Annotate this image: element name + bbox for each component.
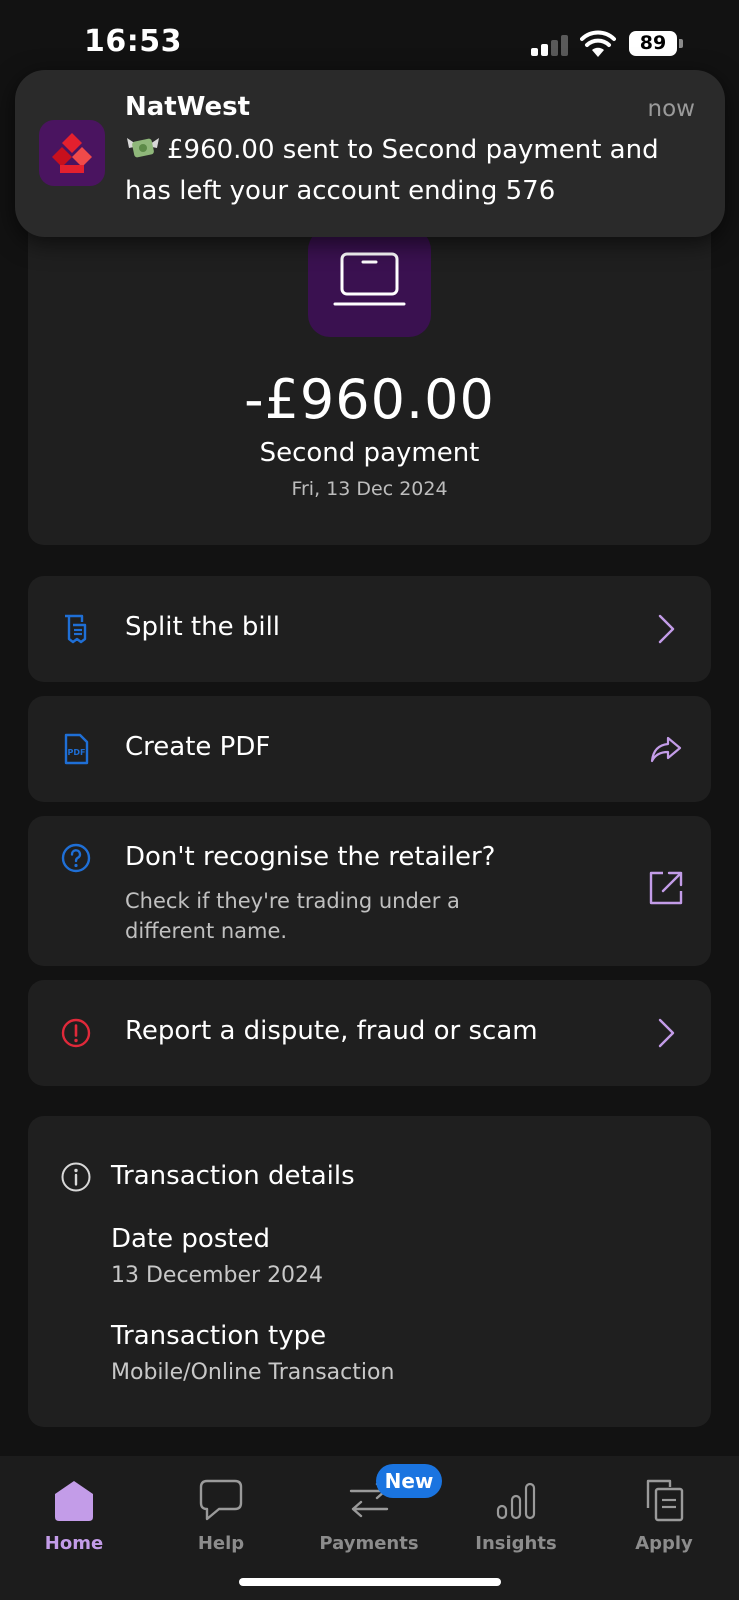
alert-circle-icon xyxy=(61,1018,91,1048)
battery-icon: 89 xyxy=(629,31,683,56)
transaction-date: Fri, 13 Dec 2024 xyxy=(291,478,448,500)
tab-home-label: Home xyxy=(44,1533,104,1554)
battery-level: 89 xyxy=(629,31,677,56)
split-bill-label: Split the bill xyxy=(125,612,281,642)
question-circle-icon xyxy=(61,843,91,873)
laptop-icon xyxy=(333,252,406,306)
tab-home[interactable]: Home xyxy=(14,1468,134,1558)
notification-app-name: NatWest xyxy=(125,92,251,122)
documents-icon xyxy=(646,1479,684,1522)
tab-help-label: Help xyxy=(197,1533,245,1554)
notification-body: £960.00 sent to Second payment and has l… xyxy=(125,130,705,212)
tab-insights-label: Insights xyxy=(475,1533,557,1554)
payee-name: Second payment xyxy=(259,438,480,468)
notification-time: now xyxy=(647,96,695,122)
unrecognised-retailer-subtext: Check if they're trading under a differe… xyxy=(125,889,460,943)
share-icon xyxy=(650,736,682,763)
tab-help[interactable]: Help xyxy=(161,1468,281,1558)
receipt-icon xyxy=(65,614,87,644)
unrecognised-retailer-label: Don't recognise the retailer? xyxy=(125,842,496,872)
tab-apply-label: Apply xyxy=(635,1533,693,1554)
svg-text:PDF: PDF xyxy=(68,748,86,757)
speech-bubble-icon xyxy=(199,1479,243,1521)
info-icon xyxy=(61,1162,91,1192)
push-notification[interactable]: NatWest now £960.00 sent to Second payme… xyxy=(15,70,725,237)
tab-insights[interactable]: Insights xyxy=(456,1468,576,1558)
notification-message: £960.00 sent to Second payment and has l… xyxy=(125,135,659,206)
unrecognised-retailer-row[interactable]: Don't recognise the retailer? Check if t… xyxy=(28,816,711,966)
create-pdf-row[interactable]: PDF Create PDF xyxy=(28,696,711,802)
split-bill-row[interactable]: Split the bill xyxy=(28,576,711,682)
pdf-file-icon: PDF xyxy=(64,733,89,765)
home-icon xyxy=(55,1481,93,1521)
cellular-signal-icon xyxy=(531,34,571,56)
transaction-amount: -£960.00 xyxy=(244,368,495,431)
chevron-right-icon xyxy=(658,614,675,644)
merchant-icon xyxy=(308,228,431,337)
transaction-details-card: Transaction details Date posted 13 Decem… xyxy=(28,1116,711,1427)
wifi-icon xyxy=(580,30,616,57)
money-with-wings-icon xyxy=(127,138,159,158)
home-indicator[interactable] xyxy=(239,1578,501,1586)
natwest-logo-icon xyxy=(39,120,105,186)
transaction-details-title: Transaction details xyxy=(111,1161,355,1191)
report-dispute-row[interactable]: Report a dispute, fraud or scam xyxy=(28,980,711,1086)
bar-chart-icon xyxy=(496,1482,536,1520)
date-posted-label: Date posted xyxy=(111,1224,271,1254)
transaction-type-label: Transaction type xyxy=(111,1321,327,1351)
chevron-right-icon xyxy=(658,1018,675,1048)
external-link-icon xyxy=(649,871,683,905)
report-dispute-label: Report a dispute, fraud or scam xyxy=(125,1016,538,1046)
transaction-type-value: Mobile/Online Transaction xyxy=(111,1360,395,1385)
create-pdf-label: Create PDF xyxy=(125,732,271,762)
tab-apply[interactable]: Apply xyxy=(604,1468,724,1558)
date-posted-value: 13 December 2024 xyxy=(111,1263,324,1288)
new-badge: New xyxy=(376,1464,442,1498)
status-time: 16:53 xyxy=(84,24,182,59)
tab-payments-label: Payments xyxy=(319,1533,419,1554)
